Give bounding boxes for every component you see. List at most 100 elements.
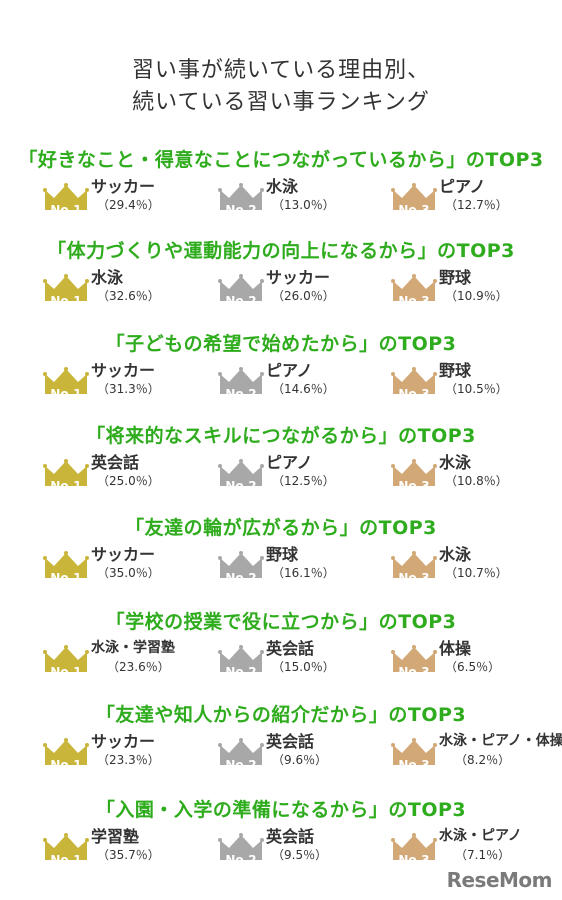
item-percentage: （14.6％） [272,382,335,396]
item-percentage: （25.0％） [97,474,160,488]
item-name: 水泳 [91,268,124,287]
crown-icon: No.3 [391,366,437,401]
item-name: サッカー [91,177,156,196]
crown-icon: No.1 [43,644,89,679]
rank-3-entry: No.3 水泳 （10.8％） [391,449,551,509]
rank-label: No.2 [225,758,257,772]
item-name: 英会話 [91,453,140,472]
rank-1-entry: No.1 サッカー （29.4％） [43,173,203,233]
item-percentage: （13.0％） [272,198,335,212]
rank-2-entry: No.2 ピアノ （12.5％） [218,449,378,509]
item-name: 英会話 [266,827,315,846]
item-percentage: （9.5％） [272,848,328,862]
item-name: サッカー [91,732,156,751]
rank-3-entry: No.3 野球 （10.9％） [391,264,551,324]
crown-icon: No.1 [43,182,89,217]
rank-label: No.3 [398,203,430,217]
rank-label: No.3 [398,571,430,585]
rank-label: No.2 [225,294,257,308]
crown-icon: No.2 [218,273,264,308]
item-name: 水泳・ピアノ・体操 [439,733,562,749]
rank-label: No.1 [50,758,82,772]
rank-label: No.3 [398,853,430,867]
rank-label: No.1 [50,294,82,308]
item-name: 野球 [266,545,299,564]
rank-label: No.1 [50,203,82,217]
item-percentage: （23.6％） [107,660,170,674]
ranking-section: 「学校の授業で役に立つから」のTOP3 No.1 水泳・学習塾 （23.6％） No.2… [0,607,562,697]
item-name: 学習塾 [91,827,140,846]
ranking-section: 「友達の輪が広がるから」のTOP3 No.1 サッカー （35.0％） No.2 野球 （1… [0,513,562,603]
rank-label: No.1 [50,665,82,679]
item-percentage: （23.3％） [97,753,160,767]
ranking-section: 「子どもの希望で始めたから」のTOP3 No.1 サッカー （31.3％） No.2 ピア… [0,329,562,419]
section-heading: 「入園・入学の準備になるから」のTOP3 [95,799,467,821]
item-name: 野球 [439,268,472,287]
rank-3-entry: No.3 野球 （10.5％） [391,357,551,417]
section-heading: 「子どもの希望で始めたから」のTOP3 [105,333,457,355]
rank-label: No.3 [398,758,430,772]
rank-label: No.1 [50,853,82,867]
item-percentage: （29.4％） [97,198,160,212]
rank-label: No.2 [225,571,257,585]
page-title-line2: 続いている習い事ランキング [132,90,430,115]
crown-icon: No.2 [218,550,264,585]
rank-2-entry: No.2 英会話 （15.0％） [218,635,378,695]
rank-label: No.2 [225,387,257,401]
rank-3-entry: No.3 ピアノ （12.7％） [391,173,551,233]
rank-3-entry: No.3 体操 （6.5％） [391,635,551,695]
rank-1-entry: No.1 サッカー （23.3％） [43,728,203,788]
item-percentage: （8.2％） [455,753,511,767]
item-percentage: （10.9％） [445,289,508,303]
crown-icon: No.1 [43,832,89,867]
item-name: 水泳・学習塾 [91,640,175,656]
crown-icon: No.3 [391,550,437,585]
rank-label: No.1 [50,387,82,401]
crown-icon: No.3 [391,832,437,867]
item-percentage: （6.5％） [445,660,501,674]
item-name: サッカー [91,361,156,380]
crown-icon: No.2 [218,182,264,217]
item-percentage: （10.5％） [445,382,508,396]
item-percentage: （26.0％） [272,289,335,303]
item-name: 水泳 [266,177,299,196]
crown-icon: No.2 [218,832,264,867]
item-percentage: （9.6％） [272,753,328,767]
crown-icon: No.3 [391,737,437,772]
item-name: 英会話 [266,639,315,658]
section-heading: 「友達の輪が広がるから」のTOP3 [125,517,437,539]
rank-3-entry: No.3 水泳・ピアノ・体操 （8.2％） [391,728,562,788]
crown-icon: No.1 [43,737,89,772]
rank-2-entry: No.2 英会話 （9.5％） [218,823,378,883]
ranking-section: 「好きなこと・得意なことにつながっているから」のTOP3 No.1 サッカー （29.… [0,145,562,235]
item-name: 体操 [439,639,472,658]
rank-label: No.2 [225,479,257,493]
section-heading: 「将来的なスキルにつながるから」のTOP3 [86,425,476,447]
crown-icon: No.3 [391,273,437,308]
rank-label: No.2 [225,853,257,867]
item-name: ピアノ [439,177,486,196]
rank-2-entry: No.2 野球 （16.1％） [218,541,378,601]
rank-label: No.3 [398,665,430,679]
crown-icon: No.2 [218,737,264,772]
rank-1-entry: No.1 サッカー （31.3％） [43,357,203,417]
page-title-line1: 習い事が続いている理由別、 [131,58,431,83]
item-name: ピアノ [266,453,313,472]
section-heading: 「好きなこと・得意なことにつながっているから」のTOP3 [18,149,544,171]
ranking-section: 「体力づくりや運動能力の向上になるから」のTOP3 No.1 水泳 （32.6％） No… [0,236,562,326]
item-percentage: （12.7％） [445,198,508,212]
rank-2-entry: No.2 水泳 （13.0％） [218,173,378,233]
crown-icon: No.3 [391,182,437,217]
item-name: 水泳 [439,453,472,472]
rank-1-entry: No.1 サッカー （35.0％） [43,541,203,601]
item-name: 水泳・ピアノ [439,828,522,844]
item-percentage: （10.7％） [445,566,508,580]
crown-icon: No.1 [43,550,89,585]
item-percentage: （16.1％） [272,566,335,580]
rank-1-entry: No.1 英会話 （25.0％） [43,449,203,509]
rank-1-entry: No.1 水泳 （32.6％） [43,264,203,324]
item-percentage: （12.5％） [272,474,335,488]
resemom-logo: ReseMom [446,868,553,892]
rank-1-entry: No.1 水泳・学習塾 （23.6％） [43,635,203,695]
rank-2-entry: No.2 ピアノ （14.6％） [218,357,378,417]
